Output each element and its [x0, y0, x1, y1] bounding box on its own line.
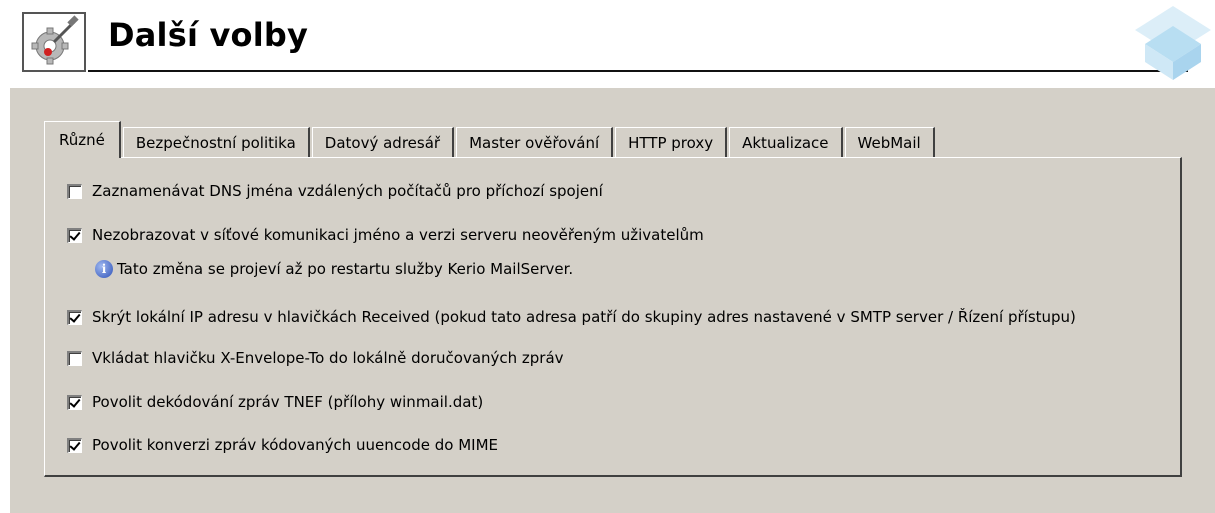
page-header: Další volby [0, 0, 1215, 88]
checkbox[interactable] [67, 309, 82, 325]
tab-webmail[interactable]: WebMail [844, 127, 935, 158]
option-label: Skrýt lokální IP adresu v hlavičkách Rec… [92, 308, 1076, 326]
info-icon: i [95, 260, 113, 278]
option-x-envelope-to[interactable]: Vkládat hlavičku X-Envelope-To do lokáln… [67, 349, 564, 367]
option-uuencode-mime[interactable]: Povolit konverzi zpráv kódovaných uuenco… [67, 436, 498, 454]
header-divider [88, 70, 1188, 72]
option-label: Povolit dekódování zpráv TNEF (přílohy w… [92, 393, 484, 411]
option-dns-names[interactable]: Zaznamenávat DNS jména vzdálených počíta… [67, 182, 603, 200]
option-hide-local-ip[interactable]: Skrýt lokální IP adresu v hlavičkách Rec… [67, 308, 1076, 326]
checkbox[interactable] [67, 394, 82, 410]
note-text: Tato změna se projeví až po restartu slu… [117, 260, 574, 278]
option-label: Nezobrazovat v síťové komunikaci jméno a… [92, 226, 704, 244]
settings-panel: Různé Bezpečnostní politika Datový adres… [10, 88, 1215, 513]
option-label: Vkládat hlavičku X-Envelope-To do lokáln… [92, 349, 564, 367]
checkbox[interactable] [67, 183, 82, 199]
tools-gear-icon [22, 12, 86, 72]
tab-datovy-adresar[interactable]: Datový adresář [311, 127, 455, 158]
tab-http-proxy[interactable]: HTTP proxy [615, 127, 728, 158]
checkbox[interactable] [67, 227, 82, 243]
kerio-logo-icon [1105, 0, 1215, 88]
tab-content-ruzne: Zaznamenávat DNS jména vzdálených počíta… [44, 157, 1182, 477]
option-label: Zaznamenávat DNS jména vzdálených počíta… [92, 182, 603, 200]
tab-bezpecnostni-politika[interactable]: Bezpečnostní politika [122, 127, 310, 158]
tab-master-overovani[interactable]: Master ověřování [456, 127, 614, 158]
tab-bar: Různé Bezpečnostní politika Datový adres… [44, 120, 937, 158]
checkbox[interactable] [67, 350, 82, 366]
option-hide-server-version[interactable]: Nezobrazovat v síťové komunikaci jméno a… [67, 226, 704, 244]
tab-ruzne[interactable]: Různé [44, 121, 121, 158]
page-title: Další volby [108, 16, 309, 54]
tab-aktualizace[interactable]: Aktualizace [729, 127, 843, 158]
option-tnef-decoding[interactable]: Povolit dekódování zpráv TNEF (přílohy w… [67, 393, 483, 411]
checkbox[interactable] [67, 437, 82, 453]
option-label: Povolit konverzi zpráv kódovaných uuenco… [92, 436, 498, 454]
restart-note: i Tato změna se projeví až po restartu s… [95, 260, 573, 278]
